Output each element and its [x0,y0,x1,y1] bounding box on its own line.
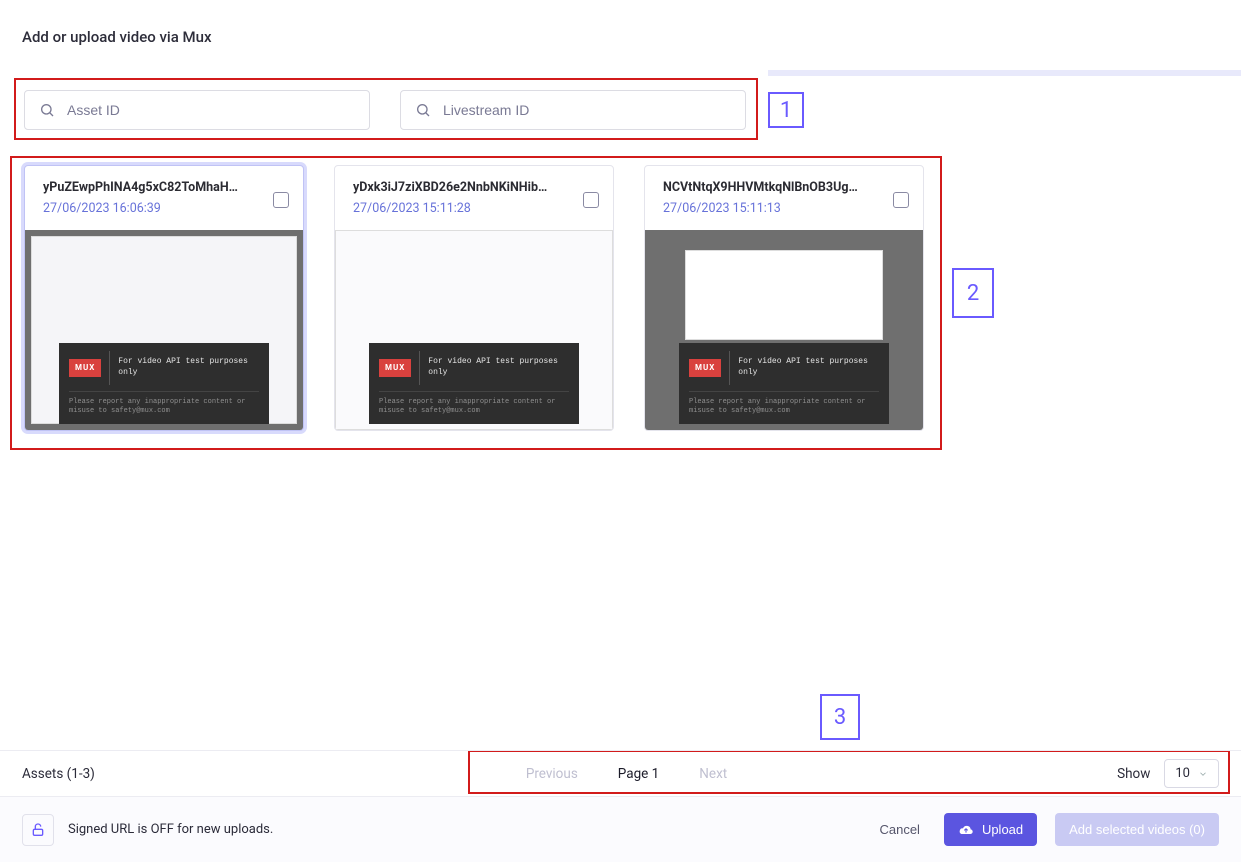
progress-bar [768,70,1241,76]
cancel-button[interactable]: Cancel [873,821,925,838]
next-page-button[interactable]: Next [699,766,727,782]
page-title: Add or upload video via Mux [22,28,212,46]
signed-url-status: Signed URL is OFF for new uploads. [68,822,273,837]
current-page-label: Page 1 [618,766,659,782]
chevron-down-icon [1198,769,1208,779]
unlock-icon [30,822,46,838]
action-bar: Signed URL is OFF for new uploads. Cance… [0,796,1241,862]
assets-range: Assets (1-3) [22,766,95,782]
annotation-box-2 [10,156,942,450]
page-size-select[interactable]: 10 [1164,759,1219,788]
pagination-bar: Assets (1-3) Previous Page 1 Next Show 1… [0,750,1241,796]
annotation-number-3: 3 [820,694,860,740]
annotation-number-1: 1 [768,92,804,128]
annotation-number-2: 2 [952,268,994,318]
cloud-upload-icon [958,824,974,836]
upload-button[interactable]: Upload [944,813,1037,846]
previous-page-button[interactable]: Previous [526,766,578,782]
show-label: Show [1117,766,1150,782]
add-selected-button[interactable]: Add selected videos (0) [1055,813,1219,846]
upload-button-label: Upload [982,822,1023,837]
signed-url-toggle[interactable] [22,814,54,846]
annotation-box-1 [14,78,758,140]
page-size-value: 10 [1175,766,1190,781]
